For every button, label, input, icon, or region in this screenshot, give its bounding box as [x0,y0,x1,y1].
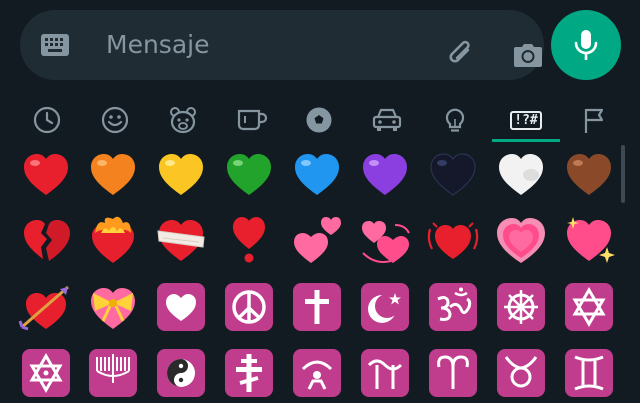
emoji-orange-heart[interactable] [83,145,143,205]
emoji-blue-heart[interactable] [287,145,347,205]
tab-symbols[interactable]: !?# [498,95,554,145]
emoji-heart-with-ribbon[interactable] [83,277,143,337]
emoji-orthodox-cross[interactable] [219,343,279,403]
emoji-aries[interactable] [423,343,483,403]
emoji-dotted-six-pointed-star[interactable] [16,343,76,403]
clock-icon [33,106,61,134]
emoji-heart-exclamation[interactable] [219,211,279,271]
selected-tab-indicator [492,139,560,142]
emoji-broken-heart[interactable] [16,211,76,271]
emoji-red-heart[interactable] [16,145,76,205]
smiley-icon [101,106,129,134]
emoji-latin-cross[interactable] [287,277,347,337]
keyboard-icon[interactable] [40,33,70,57]
message-input-bar[interactable]: Mensaje [20,10,544,80]
soccer-icon [306,107,332,133]
mic-icon [574,30,598,60]
emoji-ophiuchus[interactable] [355,343,415,403]
emoji-scrollbar[interactable] [621,145,625,203]
emoji-purple-heart[interactable] [355,145,415,205]
emoji-two-hearts[interactable] [287,211,347,271]
emoji-gemini[interactable] [559,343,619,403]
emoji-om[interactable] [423,277,483,337]
emoji-grid [0,145,640,397]
emoji-yellow-heart[interactable] [151,145,211,205]
emoji-mending-heart[interactable] [151,211,211,271]
emoji-category-tabs: !?# [0,95,640,145]
tab-recent[interactable] [19,95,75,145]
emoji-growing-heart[interactable] [491,211,551,271]
emoji-black-heart[interactable] [423,145,483,205]
tab-smileys[interactable] [87,95,143,145]
tab-flags[interactable] [566,95,622,145]
emoji-peace-symbol[interactable] [219,277,279,337]
camera-icon[interactable] [512,41,544,69]
bulb-icon [445,108,465,132]
emoji-taurus[interactable] [491,343,551,403]
emoji-place-of-worship[interactable] [287,343,347,403]
car-icon [372,108,402,131]
emoji-green-heart[interactable] [219,145,279,205]
bear-icon [170,107,196,134]
emoji-brown-heart[interactable] [559,145,619,205]
emoji-revolving-hearts[interactable] [355,211,415,271]
emoji-wheel-of-dharma[interactable] [491,277,551,337]
tab-animals[interactable] [155,95,211,145]
cup-icon [237,109,267,131]
message-input[interactable]: Mensaje [106,28,209,62]
attach-icon[interactable] [446,38,478,70]
emoji-heart-decoration[interactable] [151,277,211,337]
emoji-star-of-david[interactable] [559,277,619,337]
voice-message-button[interactable] [551,10,621,80]
flag-icon [584,108,604,133]
tab-travel[interactable] [359,95,415,145]
emoji-heart-with-arrow[interactable] [16,277,76,337]
emoji-white-heart[interactable] [491,145,551,205]
emoji-beating-heart[interactable] [423,211,483,271]
emoji-star-and-crescent[interactable] [355,277,415,337]
tab-activities[interactable] [291,95,347,145]
tab-food[interactable] [223,95,279,145]
emoji-sparkling-heart[interactable] [559,211,619,271]
tab-objects[interactable] [427,95,483,145]
symbols-icon: !?# [510,110,542,130]
emoji-menorah[interactable] [83,343,143,403]
emoji-yin-yang[interactable] [151,343,211,403]
emoji-heart-on-fire[interactable] [83,211,143,271]
